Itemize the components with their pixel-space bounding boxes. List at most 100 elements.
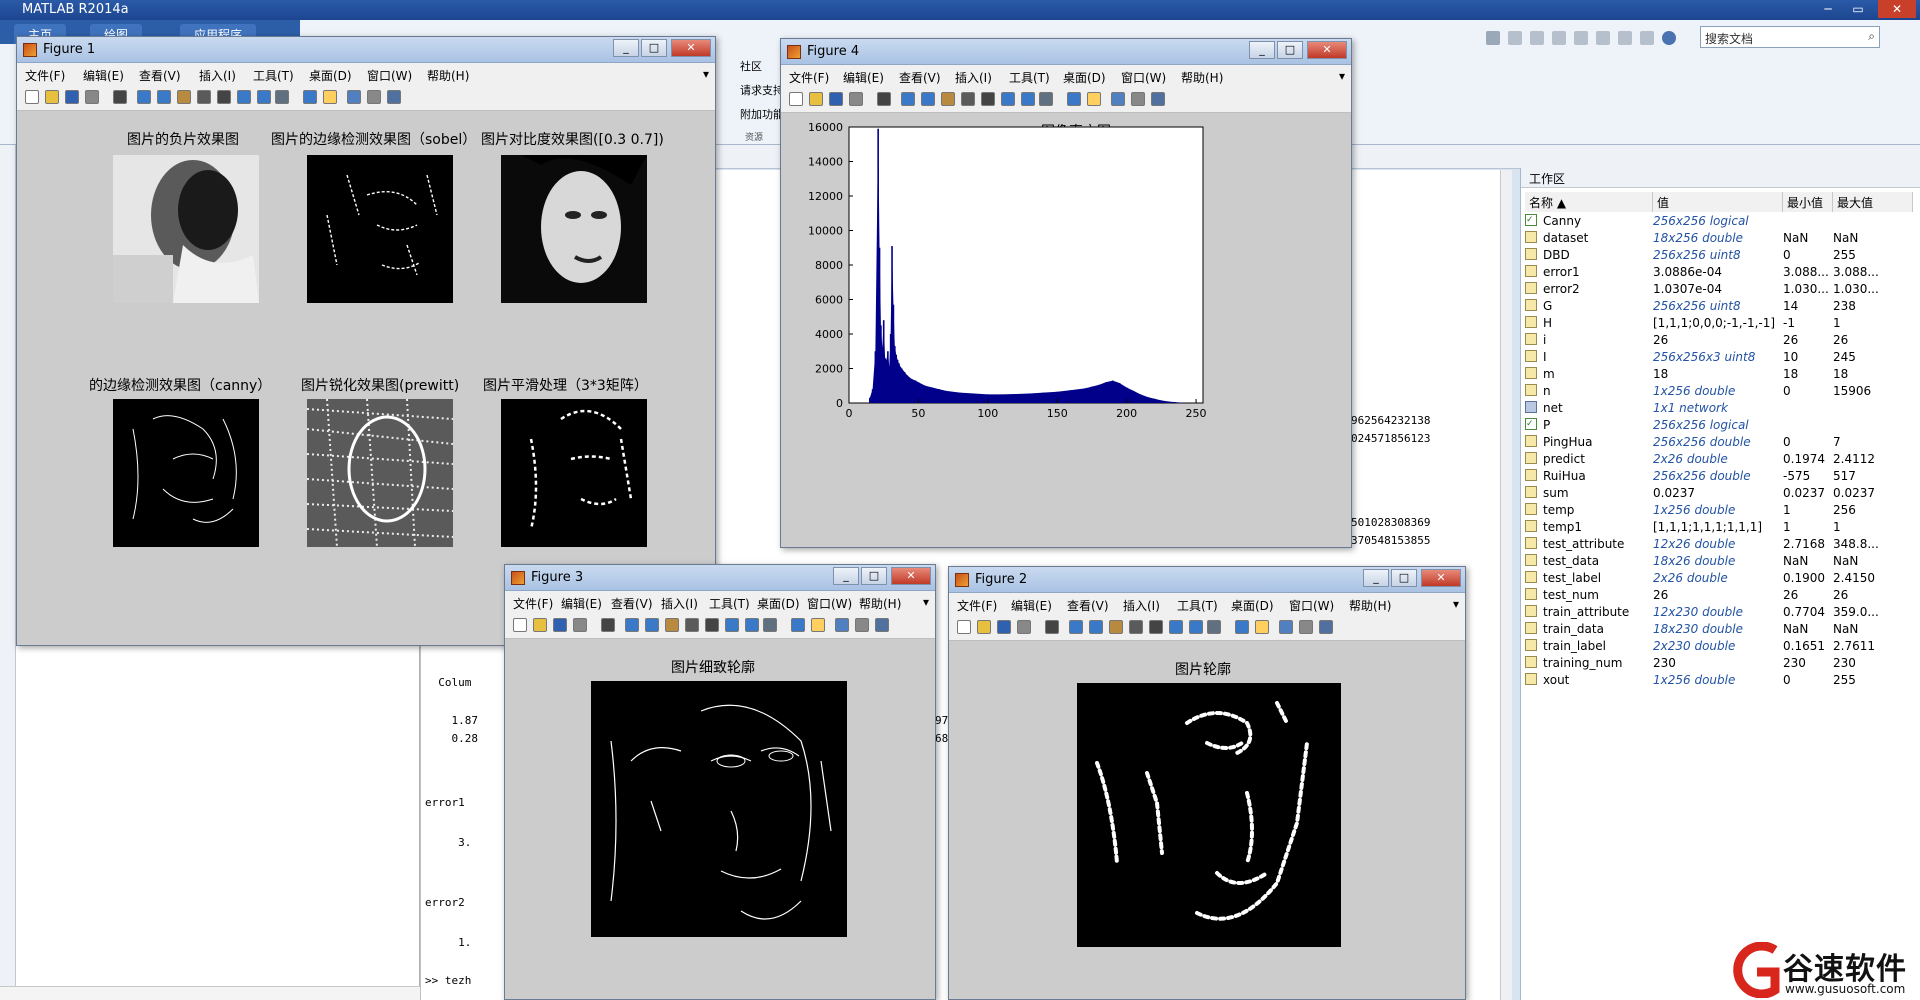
workspace-variable-row[interactable]: PingHua 256x256 double 0 7: [1525, 435, 1920, 452]
workspace-variable-row[interactable]: training_num 230 230 230: [1525, 656, 1920, 673]
zoom-out-icon[interactable]: [1089, 620, 1103, 634]
menu-item[interactable]: 文件(F): [789, 69, 829, 86]
figure-3-title-bar[interactable]: Figure 3 _ □ ✕: [505, 565, 935, 591]
workspace-variable-row[interactable]: predict 2x26 double 0.1974 2.4112: [1525, 452, 1920, 469]
brush-dropdown-icon[interactable]: [1189, 620, 1203, 634]
menubar-dock-arrow-icon[interactable]: ▾: [1453, 597, 1459, 611]
maximize-button[interactable]: □: [861, 567, 887, 585]
print-icon[interactable]: [849, 92, 863, 106]
workspace-variable-row[interactable]: test_attribute 12x26 double 2.7168 348.8...: [1525, 537, 1920, 554]
zoom-in-icon[interactable]: [901, 92, 915, 106]
toolbar-icon[interactable]: [1552, 31, 1566, 45]
hide-plot-tools-icon[interactable]: [347, 90, 361, 104]
community-button[interactable]: 社区: [740, 58, 762, 74]
menu-item[interactable]: 插入(I): [955, 69, 992, 86]
pan-icon[interactable]: [941, 92, 955, 106]
legend-icon[interactable]: [1255, 620, 1269, 634]
maximize-icon[interactable]: ▭: [1845, 0, 1871, 18]
menu-item[interactable]: 桌面(D): [757, 595, 800, 612]
open-file-icon[interactable]: [977, 620, 991, 634]
menu-item[interactable]: 窗口(W): [1121, 69, 1166, 86]
column-header-value[interactable]: 值: [1653, 192, 1783, 212]
workspace-variable-row[interactable]: i 26 26 26: [1525, 333, 1920, 350]
menu-item[interactable]: 桌面(D): [1231, 597, 1274, 614]
figure-1-title-bar[interactable]: Figure 1 _ □ ✕: [17, 37, 715, 63]
toolbar-icon[interactable]: [1574, 31, 1588, 45]
figure-1-window[interactable]: Figure 1 _ □ ✕ 文件(F) 编辑(E) 查看(V) 插入(I) 工具(T)…: [16, 36, 716, 646]
workspace-variable-row[interactable]: test_num 26 26 26: [1525, 588, 1920, 605]
workspace-variable-row[interactable]: ✓ Canny 256x256 logical: [1525, 214, 1920, 231]
workspace-variable-row[interactable]: RuiHua 256x256 double -575 517: [1525, 469, 1920, 486]
print-icon[interactable]: [573, 618, 587, 632]
figure-4-window[interactable]: Figure 4 _ □ ✕ 文件(F) 编辑(E) 查看(V) 插入(I) 工具(T)…: [780, 38, 1352, 548]
menu-item[interactable]: 桌面(D): [1063, 69, 1106, 86]
menu-item[interactable]: 编辑(E): [83, 67, 124, 84]
figure-2-window[interactable]: Figure 2 _ □ ✕ 文件(F) 编辑(E) 查看(V) 插入(I) 工具(T)…: [948, 566, 1466, 1000]
zoom-in-icon[interactable]: [1069, 620, 1083, 634]
menu-item[interactable]: 文件(F): [957, 597, 997, 614]
search-documentation-input[interactable]: 搜索文档 ⌕: [1700, 26, 1880, 48]
rotate-icon[interactable]: [1129, 620, 1143, 634]
zoom-out-icon[interactable]: [645, 618, 659, 632]
link-plot-icon[interactable]: [275, 90, 289, 104]
help-icon[interactable]: [1662, 31, 1676, 45]
new-figure-icon[interactable]: [957, 620, 971, 634]
workspace-variable-row[interactable]: train_data 18x230 double NaN NaN: [1525, 622, 1920, 639]
rotate-icon[interactable]: [685, 618, 699, 632]
plot-tools-icon[interactable]: [1131, 92, 1145, 106]
minimize-button[interactable]: _: [1249, 41, 1275, 59]
link-plot-icon[interactable]: [1207, 620, 1221, 634]
search-icon[interactable]: ⌕: [1868, 29, 1875, 44]
rotate-icon[interactable]: [961, 92, 975, 106]
workspace-variable-row[interactable]: net 1x1 network: [1525, 401, 1920, 418]
toolbar-icon[interactable]: [1486, 31, 1500, 45]
plot-tools-icon[interactable]: [1299, 620, 1313, 634]
menu-item[interactable]: 编辑(E): [843, 69, 884, 86]
workspace-variable-row[interactable]: error2 1.0307e-04 1.030... 1.030...: [1525, 282, 1920, 299]
zoom-out-icon[interactable]: [157, 90, 171, 104]
minimize-icon[interactable]: ─: [1815, 0, 1841, 18]
menu-item[interactable]: 插入(I): [661, 595, 698, 612]
close-button[interactable]: ✕: [1421, 569, 1461, 587]
pointer-icon[interactable]: [1045, 620, 1059, 634]
menu-item[interactable]: 窗口(W): [1289, 597, 1334, 614]
menu-item[interactable]: 查看(V): [899, 69, 941, 86]
link-plot-icon[interactable]: [1039, 92, 1053, 106]
workspace-variable-row[interactable]: n 1x256 double 0 15906: [1525, 384, 1920, 401]
save-icon[interactable]: [997, 620, 1011, 634]
workspace-variable-row[interactable]: sum 0.0237 0.0237 0.0237: [1525, 486, 1920, 503]
dock-icon[interactable]: [387, 90, 401, 104]
colorbar-icon[interactable]: [1235, 620, 1249, 634]
close-button[interactable]: ✕: [671, 39, 711, 57]
workspace-variable-row[interactable]: temp 1x256 double 1 256: [1525, 503, 1920, 520]
workspace-variable-row[interactable]: ✓ P 256x256 logical: [1525, 418, 1920, 435]
workspace-variable-row[interactable]: train_label 2x230 double 0.1651 2.7611: [1525, 639, 1920, 656]
workspace-variable-row[interactable]: H [1,1,1;0,0,0;-1,-1,-1] -1 1: [1525, 316, 1920, 333]
menubar-dock-arrow-icon[interactable]: ▾: [923, 595, 929, 609]
column-header-min[interactable]: 最小值: [1783, 192, 1833, 212]
column-header-max[interactable]: 最大值: [1833, 192, 1913, 212]
maximize-button[interactable]: □: [641, 39, 667, 57]
workspace-variable-row[interactable]: temp1 [1,1,1;1,1,1;1,1,1] 1 1: [1525, 520, 1920, 537]
dock-icon[interactable]: [1151, 92, 1165, 106]
data-cursor-icon[interactable]: [1149, 620, 1163, 634]
brush-icon[interactable]: [1169, 620, 1183, 634]
new-figure-icon[interactable]: [789, 92, 803, 106]
menu-item[interactable]: 文件(F): [513, 595, 553, 612]
workspace-variable-row[interactable]: error1 3.0886e-04 3.088... 3.088...: [1525, 265, 1920, 282]
add-ons-button[interactable]: 附加功能: [740, 106, 784, 122]
menu-item[interactable]: 桌面(D): [309, 67, 352, 84]
pan-icon[interactable]: [665, 618, 679, 632]
workspace-variable-row[interactable]: dataset 18x256 double NaN NaN: [1525, 231, 1920, 248]
close-icon[interactable]: ✕: [1878, 0, 1916, 18]
maximize-button[interactable]: □: [1277, 41, 1303, 59]
toolbar-icon[interactable]: [1640, 31, 1654, 45]
minimize-button[interactable]: _: [613, 39, 639, 57]
plot-tools-icon[interactable]: [855, 618, 869, 632]
new-figure-icon[interactable]: [25, 90, 39, 104]
hide-plot-tools-icon[interactable]: [835, 618, 849, 632]
brush-icon[interactable]: [1001, 92, 1015, 106]
toolbar-icon[interactable]: [1596, 31, 1610, 45]
menu-item[interactable]: 工具(T): [1177, 597, 1218, 614]
pan-icon[interactable]: [177, 90, 191, 104]
